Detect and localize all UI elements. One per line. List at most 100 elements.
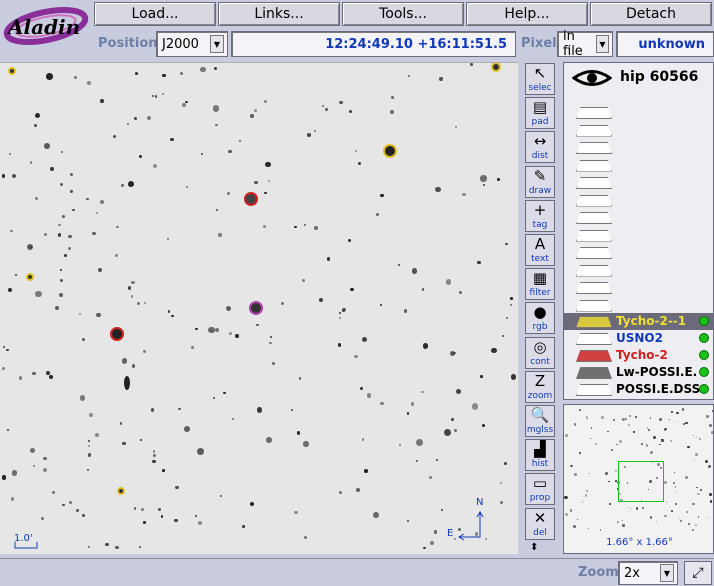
- star: [228, 332, 232, 336]
- star: [379, 304, 383, 307]
- layer-row[interactable]: Lw-POSSI.E.: [564, 364, 713, 381]
- status-ok-icon: [699, 350, 709, 360]
- thumbnail-star: [670, 440, 672, 442]
- tool-mglss-button[interactable]: 🔍 mglss: [525, 405, 555, 437]
- zoom-out-icon[interactable]: ⤢: [684, 561, 712, 585]
- tool-draw-button[interactable]: ✎ draw: [525, 165, 555, 198]
- layer-row[interactable]: Tycho-2: [564, 347, 713, 364]
- tool-text-button[interactable]: Atext: [525, 234, 555, 266]
- tools-menu-button[interactable]: Tools...: [342, 2, 464, 26]
- aladin-logo: Aladin: [3, 6, 89, 46]
- star: [441, 508, 444, 511]
- star: [226, 192, 230, 196]
- empty-plane-slot[interactable]: [576, 142, 612, 154]
- tool-hist-button[interactable]: ▟ hist: [525, 439, 555, 472]
- empty-plane-slot[interactable]: [576, 299, 612, 312]
- target-source-marker[interactable]: [249, 301, 263, 315]
- empty-plane-slot[interactable]: [576, 159, 612, 172]
- tycho-source-marker[interactable]: [8, 67, 16, 75]
- tycho-source-marker[interactable]: [117, 487, 125, 495]
- thumbnail-star: [609, 503, 611, 506]
- tycho-source-marker[interactable]: [244, 192, 258, 206]
- target-name: hip 60566: [620, 69, 699, 85]
- star: [298, 377, 302, 380]
- tool-dist-button[interactable]: ↔ dist: [525, 131, 555, 164]
- zoom-select[interactable]: 2x ▼: [618, 561, 678, 585]
- star: [139, 155, 143, 159]
- view-frame-box[interactable]: [618, 461, 664, 502]
- layer-row[interactable]: USNO2: [564, 330, 713, 347]
- star: [294, 510, 298, 515]
- star: [139, 438, 142, 441]
- empty-plane-slot[interactable]: [576, 212, 612, 224]
- empty-plane-slot[interactable]: [576, 247, 612, 259]
- star: [87, 545, 91, 549]
- star: [121, 358, 128, 364]
- layer-row[interactable]: POSSI.E.DSS: [564, 381, 713, 398]
- star: [185, 100, 188, 104]
- empty-plane-slot[interactable]: [576, 107, 612, 119]
- star: [372, 511, 379, 518]
- tool-cont-button[interactable]: ◎ cont: [525, 336, 555, 369]
- tool-filter-button[interactable]: ▦ filter: [525, 268, 555, 301]
- load-menu-button[interactable]: Load...: [94, 2, 216, 26]
- tool-rgb-button[interactable]: ● rgb: [525, 302, 555, 335]
- tool-label: draw: [528, 185, 552, 196]
- coordinates-field[interactable]: 12:24:49.10 +16:11:51.5: [231, 31, 516, 57]
- thumbnail-star: [681, 408, 685, 411]
- links-menu-button[interactable]: Links...: [218, 2, 340, 26]
- tool-pad-button[interactable]: ▤ pad: [525, 97, 555, 130]
- star: [390, 109, 395, 114]
- star: [269, 335, 273, 339]
- toolbar-resize-handle-icon[interactable]: ⬍: [530, 542, 538, 553]
- star: [116, 225, 119, 229]
- delete-icon: ✕: [533, 508, 547, 527]
- pixel-mode-select[interactable]: in file ▼: [557, 29, 613, 59]
- help-menu-button[interactable]: Help...: [466, 2, 588, 26]
- tool-prop-button[interactable]: ▭ prop: [525, 473, 555, 506]
- star: [127, 180, 134, 187]
- star: [339, 491, 343, 495]
- thumbnail-star: [588, 472, 591, 474]
- thumbnail-star: [698, 438, 701, 440]
- star: [92, 231, 96, 236]
- tycho-source-marker[interactable]: [26, 273, 34, 281]
- layer-row[interactable]: Tycho-2--1: [564, 313, 713, 330]
- empty-plane-slot[interactable]: [576, 264, 612, 277]
- star: [139, 545, 142, 549]
- thumbnail-star: [686, 445, 690, 449]
- star: [399, 443, 402, 447]
- star: [491, 347, 497, 354]
- empty-plane-slot[interactable]: [576, 194, 612, 207]
- star: [349, 109, 353, 113]
- thumbnail-star: [584, 494, 588, 498]
- tycho-source-marker[interactable]: [110, 327, 124, 341]
- empty-plane-slot[interactable]: [576, 124, 612, 137]
- compass-north-label: N: [476, 497, 484, 508]
- star: [459, 290, 463, 294]
- tycho-source-marker[interactable]: [491, 63, 501, 72]
- eye-icon[interactable]: [572, 67, 612, 89]
- empty-plane-slot[interactable]: [576, 229, 612, 242]
- tool-tag-button[interactable]: + tag: [525, 199, 555, 232]
- overview-thumbnail[interactable]: 1.66° x 1.66°: [563, 404, 714, 554]
- thumbnail-star: [684, 476, 688, 480]
- tycho-source-marker[interactable]: [383, 144, 397, 158]
- star: [133, 116, 137, 121]
- tool-del-button[interactable]: ✕ del: [525, 507, 555, 540]
- star: [160, 515, 164, 518]
- detach-button[interactable]: Detach: [590, 2, 712, 26]
- empty-plane-slot[interactable]: [576, 282, 612, 294]
- frame-select[interactable]: J2000 ▼: [156, 31, 228, 57]
- layer-plane-icon: [576, 384, 612, 396]
- star: [363, 469, 368, 473]
- sky-image-view[interactable]: 1.0' N E: [0, 62, 518, 554]
- thumbnail-star: [695, 452, 699, 456]
- star: [88, 440, 91, 443]
- star: [143, 521, 146, 524]
- star: [215, 208, 219, 212]
- star: [100, 99, 104, 103]
- tool-zoom-button[interactable]: Zzoom: [525, 370, 555, 403]
- empty-plane-slot[interactable]: [576, 177, 612, 189]
- tool-selec-button[interactable]: ↖ selec: [525, 63, 555, 95]
